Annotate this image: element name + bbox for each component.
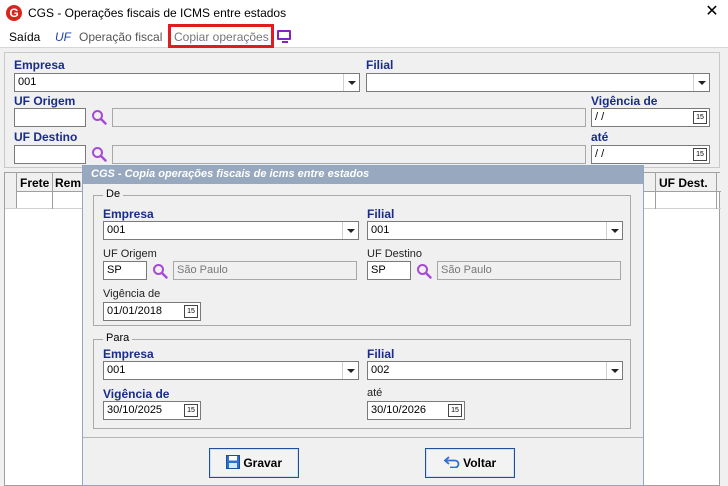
- uf-destino-description: [112, 145, 586, 164]
- filial-select[interactable]: [366, 73, 710, 92]
- para-ate-label: até: [367, 387, 383, 399]
- voltar-button[interactable]: Voltar: [425, 448, 515, 478]
- window-title: CGS - Operações fiscais de ICMS entre es…: [28, 6, 287, 20]
- de-filial-value: 001: [371, 224, 390, 236]
- voltar-label: Voltar: [463, 456, 497, 470]
- chevron-down-icon[interactable]: [606, 362, 622, 379]
- gravar-button[interactable]: Gravar: [209, 448, 299, 478]
- de-uf-origem-input[interactable]: SP: [103, 261, 147, 280]
- close-icon[interactable]: ✕: [700, 3, 724, 23]
- de-filial-select[interactable]: 001: [367, 221, 623, 240]
- column-uf-dest[interactable]: UF Dest.: [659, 176, 708, 190]
- search-icon[interactable]: [91, 109, 107, 125]
- para-ate-input[interactable]: 30/10/2026 15: [367, 401, 465, 420]
- menu-operacao-fiscal[interactable]: Operação fiscal: [79, 30, 162, 44]
- menu-saida[interactable]: Saída: [9, 30, 40, 44]
- save-icon: [225, 455, 240, 469]
- empresa-value: 001: [18, 76, 37, 88]
- vigencia-de-value: / /: [595, 111, 605, 123]
- divider: [83, 437, 643, 438]
- de-uf-destino-description: São Paulo: [437, 261, 621, 280]
- group-para-legend: Para: [103, 332, 133, 344]
- dialog-title: CGS - Copia operações fiscais de icms en…: [83, 166, 643, 184]
- para-filial-value: 002: [371, 364, 390, 376]
- copy-dialog: CGS - Copia operações fiscais de icms en…: [82, 165, 644, 486]
- chevron-down-icon[interactable]: [606, 222, 622, 239]
- de-empresa-label: Empresa: [103, 207, 154, 221]
- search-icon[interactable]: [416, 263, 432, 279]
- column-divider: [655, 173, 656, 209]
- gravar-label: Gravar: [243, 456, 283, 470]
- highlight-box: [168, 24, 274, 48]
- calendar-icon[interactable]: 15: [448, 404, 462, 417]
- para-empresa-select[interactable]: 001: [103, 361, 359, 380]
- uf-origem-label: UF Origem: [14, 94, 76, 108]
- para-filial-label: Filial: [367, 347, 395, 361]
- ate-label: até: [591, 130, 609, 144]
- calendar-icon[interactable]: 15: [693, 111, 707, 124]
- uf-origem-description: [112, 108, 586, 127]
- group-de-legend: De: [103, 188, 124, 200]
- para-vigencia-label: Vigência de: [103, 387, 170, 401]
- de-empresa-select[interactable]: 001: [103, 221, 359, 240]
- filial-label: Filial: [366, 58, 394, 72]
- vigencia-de-input[interactable]: / / 15: [591, 108, 710, 127]
- chevron-down-icon[interactable]: [342, 222, 358, 239]
- title-bar: G CGS - Operações fiscais de ICMS entre …: [0, 0, 728, 26]
- de-vigencia-label: Vigência de: [103, 288, 161, 300]
- uf-destino-input[interactable]: [14, 145, 86, 164]
- de-filial-label: Filial: [367, 207, 395, 221]
- uf-destino-label: UF Destino: [14, 130, 78, 144]
- search-icon[interactable]: [91, 146, 107, 162]
- undo-arrow-icon: [443, 456, 460, 469]
- search-icon[interactable]: [152, 263, 168, 279]
- column-frete[interactable]: Frete: [20, 176, 49, 190]
- calendar-icon[interactable]: 15: [184, 404, 198, 417]
- para-vigencia-input[interactable]: 30/10/2025 15: [103, 401, 201, 420]
- calendar-icon[interactable]: 15: [693, 148, 707, 161]
- uf-origem-input[interactable]: [14, 108, 86, 127]
- de-uf-origem-label: UF Origem: [103, 248, 157, 260]
- de-vigencia-value: 01/01/2018: [107, 305, 163, 317]
- app-logo-icon: G: [6, 5, 22, 21]
- empresa-label: Empresa: [14, 58, 65, 72]
- column-divider: [52, 173, 53, 209]
- ate-input[interactable]: / / 15: [591, 145, 710, 164]
- ate-value: / /: [595, 148, 605, 160]
- empresa-select[interactable]: 001: [14, 73, 360, 92]
- chevron-down-icon[interactable]: [343, 74, 359, 91]
- calendar-icon[interactable]: 15: [184, 305, 198, 318]
- de-uf-destino-label: UF Destino: [367, 248, 423, 260]
- de-uf-destino-input[interactable]: SP: [367, 261, 411, 280]
- chevron-down-icon[interactable]: [342, 362, 358, 379]
- de-vigencia-input[interactable]: 01/01/2018 15: [103, 302, 201, 321]
- de-empresa-value: 001: [107, 224, 126, 236]
- column-rem[interactable]: Rem: [55, 176, 81, 190]
- menu-uf[interactable]: UF: [55, 30, 71, 44]
- para-empresa-label: Empresa: [103, 347, 154, 361]
- column-divider: [716, 173, 717, 209]
- para-empresa-value: 001: [107, 364, 126, 376]
- chevron-down-icon[interactable]: [693, 74, 709, 91]
- vigencia-de-label: Vigência de: [591, 94, 658, 108]
- monitor-icon[interactable]: [277, 30, 291, 43]
- para-ate-value: 30/10/2026: [371, 404, 427, 416]
- para-filial-select[interactable]: 002: [367, 361, 623, 380]
- para-vigencia-value: 30/10/2025: [107, 404, 163, 416]
- de-uf-origem-description: São Paulo: [173, 261, 357, 280]
